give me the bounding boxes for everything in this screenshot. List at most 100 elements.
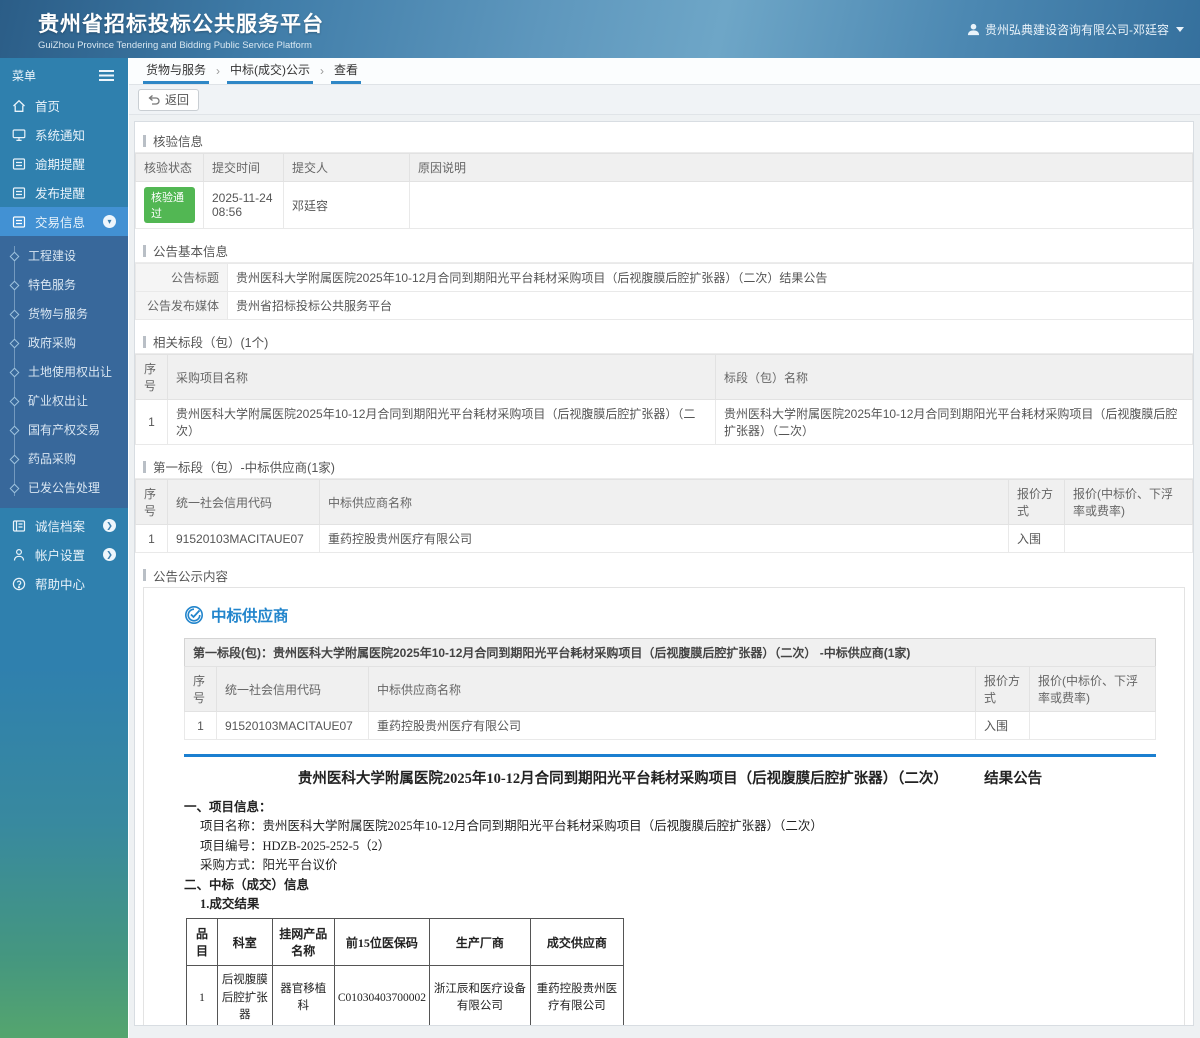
column-header: 生产厂商: [429, 918, 531, 967]
submenu-item-gov-procurement[interactable]: 政府采购: [0, 328, 128, 357]
verification-table: 核验状态 提交时间 提交人 原因说明 核验通过 2025-11-24 08:56…: [135, 153, 1193, 229]
transaction-submenu: 工程建设 特色服务 货物与服务 政府采购 土地使用权出让 矿业权出让 国有产权交…: [0, 236, 128, 508]
table-header-row: 序号 统一社会信用代码 中标供应商名称 报价方式 报价(中标价、下浮率或费率): [135, 479, 1193, 525]
column-header: 科室: [216, 918, 273, 967]
table-row: 1 91520103MACITAUE07 重药控股贵州医疗有限公司 入围: [184, 711, 1156, 740]
table-header-row: 品目 科室 挂网产品名称 前15位医保码 生产厂商 成交供应商: [186, 918, 625, 967]
chevron-down-circle-icon: ▾: [103, 215, 116, 228]
table-cell: 邓廷容: [283, 181, 410, 229]
notice-supplier-table: 序号 统一社会信用代码 中标供应商名称 报价方式 报价(中标价、下浮率或费率) …: [184, 666, 1156, 740]
person-icon: [12, 548, 26, 562]
submenu-item-state-property[interactable]: 国有产权交易: [0, 415, 128, 444]
field-label: 公告发布媒体: [135, 291, 228, 320]
breadcrumb-separator: ›: [216, 64, 221, 78]
related-sections-table: 序号 采购项目名称 标段（包）名称 1 贵州医科大学附属医院2025年10-12…: [135, 354, 1193, 445]
table-cell: [409, 181, 1193, 229]
column-header: 序号: [135, 479, 168, 525]
column-header: 统一社会信用代码: [167, 479, 320, 525]
sidebar-item-account-settings[interactable]: 帐户设置 ❯: [0, 540, 128, 569]
table-cell: C01030403700002: [333, 965, 431, 1025]
breadcrumb-item-award-notice[interactable]: 中标(成交)公示: [227, 58, 314, 84]
announcement-info-table: 公告标题 贵州医科大学附属医院2025年10-12月合同到期阳光平台耗材采购项目…: [135, 263, 1193, 320]
back-button[interactable]: 返回: [138, 88, 200, 111]
column-header: 序号: [135, 354, 168, 400]
document-icon: [12, 186, 26, 200]
submenu-item-special-services[interactable]: 特色服务: [0, 270, 128, 299]
table-cell: [1064, 524, 1193, 553]
section-title-verification: 核验信息: [135, 129, 1193, 153]
sidebar-item-label: 帐户设置: [35, 549, 86, 563]
page-title: 贵州省招标投标公共服务平台: [38, 12, 324, 36]
notice-box: 中标供应商 第一标段(包)：贵州医科大学附属医院2025年10-12月合同到期阳…: [143, 587, 1185, 1025]
column-header: 提交人: [283, 153, 410, 182]
column-header: 报价(中标价、下浮率或费率): [1029, 666, 1156, 712]
table-cell: 91520103MACITAUE07: [216, 711, 369, 740]
sidebar-item-label: 系统通知: [35, 129, 86, 143]
submenu-item-drug-procurement[interactable]: 药品采购: [0, 444, 128, 473]
column-header: 原因说明: [409, 153, 1193, 182]
column-header: 提交时间: [203, 153, 284, 182]
column-header: 采购项目名称: [167, 354, 716, 400]
sidebar-item-overdue-reminder[interactable]: 逾期提醒: [0, 149, 128, 178]
archive-icon: [12, 519, 26, 533]
breadcrumb-item-goods-services[interactable]: 货物与服务: [143, 58, 210, 84]
section-title-related-sections: 相关标段（包）(1个): [135, 330, 1193, 354]
menu-label: 菜单: [12, 69, 37, 83]
sidebar-item-label: 逾期提醒: [35, 158, 86, 172]
award-supplier-heading: 中标供应商: [184, 604, 1144, 626]
doc-line: 二、中标（成交）信息: [184, 877, 310, 892]
submenu-item-goods-services[interactable]: 货物与服务: [0, 299, 128, 328]
table-cell: 后视腹膜后腔扩张器: [216, 965, 273, 1025]
app-header: 贵州省招标投标公共服务平台 GuiZhou Province Tendering…: [0, 0, 1200, 58]
sidebar-item-label: 发布提醒: [35, 187, 86, 201]
user-icon: [967, 23, 980, 36]
submenu-item-engineering[interactable]: 工程建设: [0, 241, 128, 270]
section-marker: [143, 569, 146, 581]
sidebar-item-integrity-archive[interactable]: 诚信档案 ❯: [0, 511, 128, 540]
submenu-item-land-use[interactable]: 土地使用权出让: [0, 357, 128, 386]
breadcrumb: 货物与服务 › 中标(成交)公示 › 查看: [129, 58, 1200, 85]
table-cell: 重药控股贵州医疗有限公司: [529, 965, 625, 1025]
section-marker: [143, 134, 146, 147]
submenu-item-published-notices[interactable]: 已发公告处理: [0, 473, 128, 502]
sidebar-item-transaction-info[interactable]: 交易信息 ▾: [0, 207, 128, 236]
sidebar-item-help-center[interactable]: 帮助中心: [0, 569, 128, 598]
sidebar-item-publish-reminder[interactable]: 发布提醒: [0, 178, 128, 207]
brand: 贵州省招标投标公共服务平台 GuiZhou Province Tendering…: [38, 8, 324, 51]
table-cell: 1: [135, 524, 168, 553]
user-name: 贵州弘典建设咨询有限公司-邓廷容: [985, 22, 1169, 37]
table-cell: 核验通过: [135, 181, 204, 229]
column-header: 中标供应商名称: [368, 666, 976, 712]
column-header: 报价方式: [975, 666, 1030, 712]
submenu-item-mining-rights[interactable]: 矿业权出让: [0, 386, 128, 415]
table-cell: 入围: [975, 711, 1030, 740]
content-panel: 核验信息 核验状态 提交时间 提交人 原因说明 核验通过 2025-11-24 …: [134, 121, 1194, 1026]
column-header: 报价(中标价、下浮率或费率): [1064, 479, 1193, 525]
column-header: 标段（包）名称: [715, 354, 1193, 400]
doc-line: 项目名称：贵州医科大学附属医院2025年10-12月合同到期阳光平台耗材采购项目…: [200, 819, 823, 834]
sidebar-item-home[interactable]: 首页: [0, 91, 128, 120]
column-header: 挂网产品名称: [271, 918, 335, 967]
sidebar-item-notifications[interactable]: 系统通知: [0, 120, 128, 149]
home-icon: [12, 99, 26, 113]
hamburger-icon[interactable]: [99, 70, 114, 81]
sidebar: 菜单 首页 系统通知 逾期提醒 发布提醒 交易信息 ▾ 工程建设 特色服务 货物…: [0, 58, 128, 1038]
notice-content-section: 公告公示内容 中标供应商 第一标段(包)：贵州医科大学附属医院2025年10-1…: [135, 563, 1193, 1025]
column-header: 统一社会信用代码: [216, 666, 369, 712]
status-badge: 核验通过: [144, 187, 195, 223]
back-icon: [148, 94, 160, 105]
table-cell: 入围: [1008, 524, 1065, 553]
column-header: 中标供应商名称: [319, 479, 1009, 525]
section-title-winning-supplier: 第一标段（包）-中标供应商(1家): [135, 455, 1193, 479]
doc-line: 一、项目信息：: [184, 800, 272, 814]
breadcrumb-item-view[interactable]: 查看: [331, 58, 362, 84]
user-menu[interactable]: 贵州弘典建设咨询有限公司-邓廷容: [967, 21, 1184, 38]
field-label: 公告标题: [135, 263, 228, 292]
column-header: 前15位医保码: [333, 918, 431, 967]
chevron-right-circle-icon: ❯: [103, 519, 116, 532]
table-header-row: 序号 采购项目名称 标段（包）名称: [135, 354, 1193, 400]
section-marker: [143, 460, 146, 473]
table-header-row: 序号 统一社会信用代码 中标供应商名称 报价方式 报价(中标价、下浮率或费率): [184, 666, 1156, 712]
table-cell: 器官移植科: [271, 965, 335, 1025]
table-cell: 91520103MACITAUE07: [167, 524, 320, 553]
